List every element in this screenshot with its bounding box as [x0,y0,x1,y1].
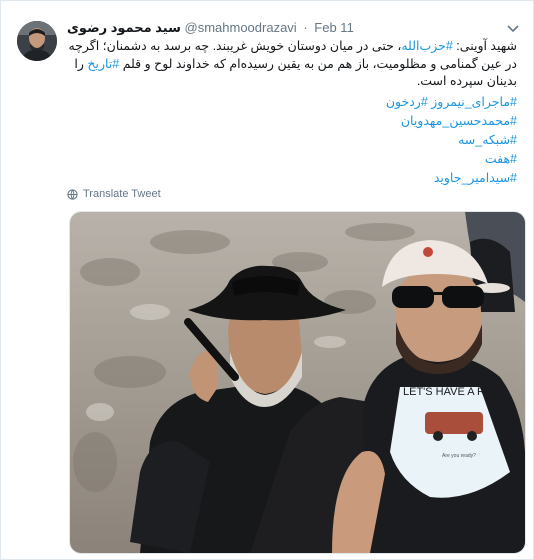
tweet-photo[interactable]: LET'S HAVE A RIDE Are you ready? [69,211,526,554]
tweet-text-part: بدینان سپرده است. [416,74,517,88]
display-name[interactable]: سید محمود رضوی [67,20,181,35]
hashtag-link[interactable]: #هفت [67,150,517,169]
hashtag-list: #ماجرای_نیمروز #ردخون #محمدحسین_مهدویان … [67,93,517,188]
tweet-text-part: ، حتی در میان دوستان خویش غریبند. چه برس… [68,39,402,53]
hashtag-link[interactable]: #محمدحسین_مهدویان [67,112,517,131]
tweet-text-part: را [74,56,88,71]
hashtag-link[interactable]: #ماجرای_نیمروز #ردخون [67,93,517,112]
photo-image: LET'S HAVE A RIDE Are you ready? [70,212,525,553]
hashtag-link[interactable]: #حزب‌الله [401,39,452,53]
user-handle[interactable]: @smahmoodrazavi [185,20,297,35]
translate-label: Translate Tweet [83,188,161,200]
shirt-print-small-text: Are you ready? [442,453,476,459]
chevron-down-icon[interactable] [503,18,523,38]
separator-dot: · [303,20,308,35]
globe-icon [67,188,78,200]
avatar-image [17,21,57,61]
avatar[interactable] [17,21,57,61]
tweet-text-part: در عین گمنامی و مظلومیت، باز هم من به یق… [119,56,517,71]
translate-tweet-button[interactable]: Translate Tweet [67,186,161,202]
tweet-text-part: شهید آوینی: [452,39,517,53]
tweet-date[interactable]: Feb 11 [314,20,354,35]
hashtag-link[interactable]: #تاریخ [87,57,119,71]
tweet-text: شهید آوینی: #حزب‌الله، حتی در میان دوستا… [67,38,517,91]
hashtag-link[interactable]: #شبکه_سه [67,131,517,150]
tweet-header: سید محمود رضوی @smahmoodrazavi · Feb 11 [67,18,354,38]
shirt-print-text: LET'S HAVE A RIDE [403,386,503,398]
